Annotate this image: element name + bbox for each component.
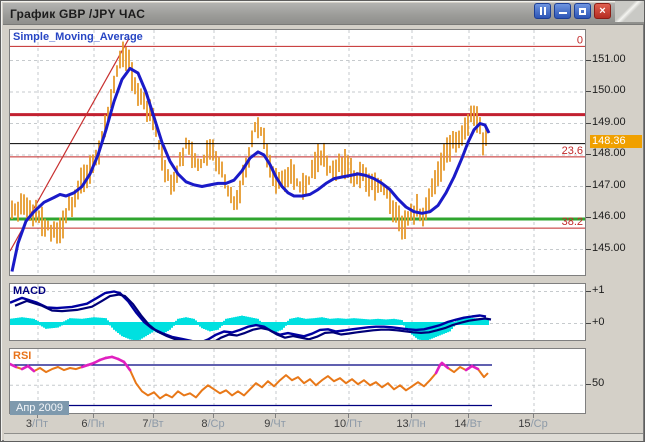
price-chart-canvas: 0 23.6 38.2 bbox=[10, 30, 585, 275]
indicator-label-macd: MACD bbox=[13, 285, 46, 297]
rsi-axis-label: 50 bbox=[592, 377, 604, 389]
price-tick-label: 146.00 bbox=[592, 210, 626, 222]
price-tick-label: 148.00 bbox=[592, 147, 626, 159]
current-price-badge: 148.36 bbox=[590, 135, 642, 148]
price-chart-panel[interactable]: Simple_Moving_Average 0 23.6 38.2 bbox=[9, 29, 586, 276]
date-label: 3/Пт bbox=[26, 418, 48, 430]
macd-axis-label: +0 bbox=[592, 316, 605, 328]
hold-button[interactable] bbox=[534, 3, 551, 19]
date-label: 13/Пн bbox=[396, 418, 425, 430]
price-axis[interactable]: 151.00 150.00 149.00 148.00 147.00 146.00 145.… bbox=[586, 1, 645, 433]
window-title: График GBP /JPY ЧАС bbox=[3, 7, 145, 21]
axis-tick bbox=[586, 154, 591, 155]
rsi-canvas bbox=[10, 349, 585, 413]
axis-tick bbox=[586, 384, 591, 385]
maximize-icon bbox=[579, 8, 586, 15]
date-label: 10/Пт bbox=[334, 418, 362, 430]
price-tick-label: 145.00 bbox=[592, 242, 626, 254]
price-tick-label: 151.00 bbox=[592, 53, 626, 65]
axis-tick bbox=[586, 60, 591, 61]
fib-level-label: 0 bbox=[577, 34, 583, 46]
price-tick-label: 147.00 bbox=[592, 179, 626, 191]
date-label: 15/Ср bbox=[518, 418, 547, 430]
price-tick-label: 150.00 bbox=[592, 84, 626, 96]
date-label: 7/Вт bbox=[142, 418, 163, 430]
fib-level-label: 23.6 bbox=[562, 145, 583, 157]
price-tick-label: 149.00 bbox=[592, 116, 626, 128]
macd-axis-label: +1 bbox=[592, 284, 605, 296]
month-label: Апр 2009 bbox=[10, 401, 69, 415]
indicator-label-sma: Simple_Moving_Average bbox=[13, 31, 143, 43]
macd-canvas bbox=[10, 284, 585, 340]
date-label: 9/Чт bbox=[264, 418, 286, 430]
fib-level-label: 38.2 bbox=[562, 216, 583, 228]
date-axis[interactable]: 3/Пт 6/Пн 7/Вт 8/Ср 9/Чт 10/Пт 13/Пн 14/Вт 15/Ср bbox=[9, 416, 586, 431]
axis-tick bbox=[586, 217, 591, 218]
axis-tick bbox=[586, 91, 591, 92]
axis-tick bbox=[586, 123, 591, 124]
axis-tick bbox=[586, 291, 591, 292]
chart-window: График GBP /JPY ЧАС × Simple_Moving_Aver… bbox=[0, 0, 645, 442]
minimize-icon bbox=[559, 12, 567, 14]
indicator-label-rsi: RSI bbox=[13, 350, 31, 362]
axis-tick bbox=[586, 323, 591, 324]
date-label: 14/Вт bbox=[454, 418, 481, 430]
date-label: 6/Пн bbox=[81, 418, 104, 430]
date-label: 8/Ср bbox=[201, 418, 224, 430]
rsi-panel[interactable]: RSI bbox=[9, 348, 586, 414]
axis-tick bbox=[586, 186, 591, 187]
horizontal-scrollbar[interactable] bbox=[4, 433, 643, 442]
pause-icon bbox=[540, 7, 546, 15]
minimize-button[interactable] bbox=[554, 3, 571, 19]
macd-panel[interactable]: MACD bbox=[9, 283, 586, 341]
axis-tick bbox=[586, 249, 591, 250]
